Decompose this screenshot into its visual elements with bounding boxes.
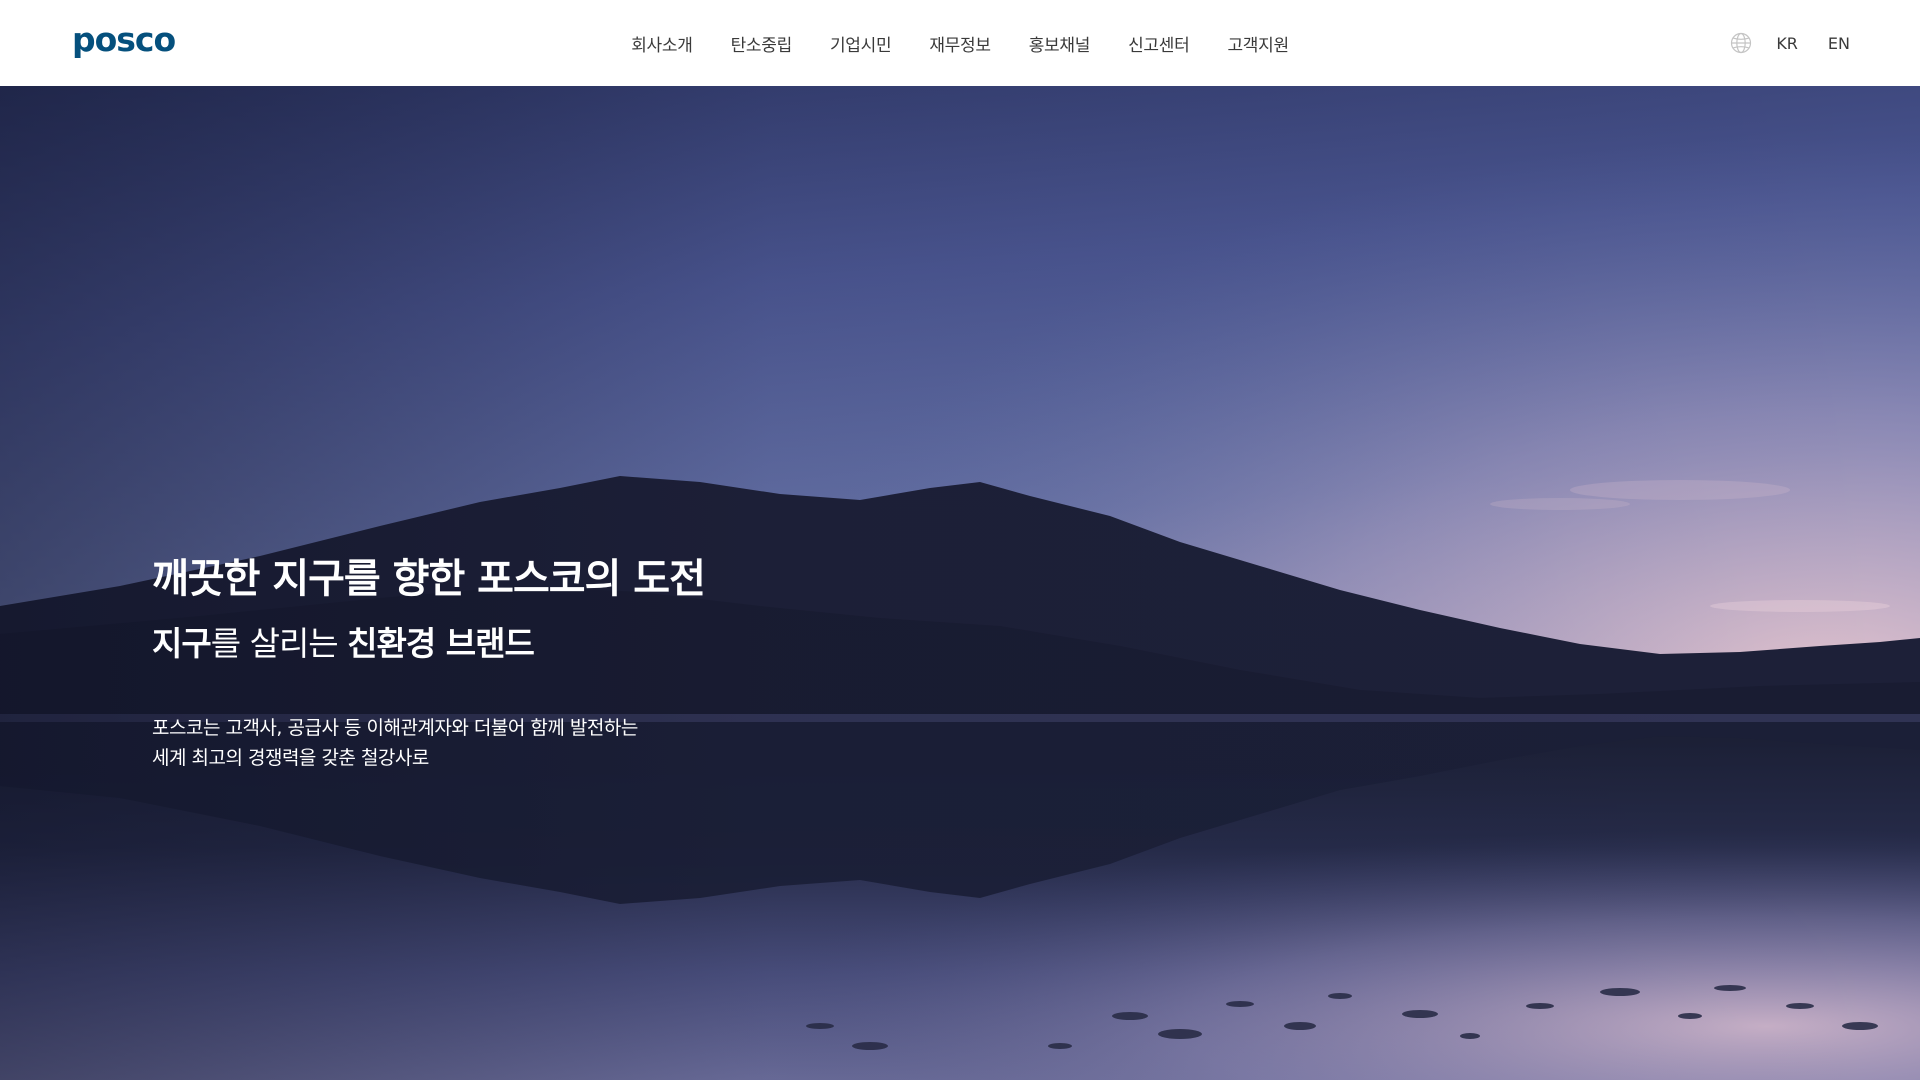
- nav-link-company[interactable]: 회사소개: [621, 25, 702, 62]
- nav-link-report-center[interactable]: 신고센터: [1118, 25, 1199, 62]
- nav-item-carbon-neutral: 탄소중립: [721, 25, 802, 62]
- globe-icon[interactable]: [1730, 32, 1752, 54]
- hero-subtitle: 지구를 살리는 친환경 브랜드: [152, 619, 705, 669]
- nav-item-corporate-citizenship: 기업시민: [820, 25, 901, 62]
- nav-item-pr-channel: 홍보채널: [1019, 25, 1100, 62]
- posco-logo[interactable]: posco: [72, 20, 176, 60]
- nav-link-pr-channel[interactable]: 홍보채널: [1019, 25, 1100, 62]
- page: posco 회사소개 탄소중립 기업시민 재무정보 홍보채널 신고센터 고객지원…: [0, 0, 1920, 1080]
- hero-subtitle-text: 를 살리는: [210, 624, 348, 663]
- nav-link-financial-info[interactable]: 재무정보: [919, 25, 1000, 62]
- hero-copy: 깨끗한 지구를 향한 포스코의 도전 지구를 살리는 친환경 브랜드 포스코는 …: [152, 551, 706, 773]
- nav-item-company: 회사소개: [621, 25, 702, 62]
- main-navigation: 회사소개 탄소중립 기업시민 재무정보 홍보채널 신고센터 고객지원: [0, 0, 1920, 86]
- hero-subtitle-highlight-1: 지구: [152, 624, 212, 663]
- hero-title: 깨끗한 지구를 향한 포스코의 도전: [152, 556, 706, 602]
- site-header: posco 회사소개 탄소중립 기업시민 재무정보 홍보채널 신고센터 고객지원…: [0, 0, 1920, 86]
- lang-kr-link[interactable]: KR: [1774, 30, 1800, 57]
- header-utilities: KR EN: [1730, 0, 1852, 86]
- nav-item-customer-support: 고객지원: [1217, 25, 1298, 62]
- hero-subtitle-highlight-2: 친환경 브랜드: [347, 624, 535, 663]
- hero-banner: 깨끗한 지구를 향한 포스코의 도전 지구를 살리는 친환경 브랜드 포스코는 …: [0, 86, 1920, 1080]
- hero-description-line-1: 포스코는 고객사, 공급사 등 이해관계자와 더불어 함께 발전하는: [152, 717, 638, 739]
- nav-link-customer-support[interactable]: 고객지원: [1217, 25, 1298, 62]
- lang-en-link[interactable]: EN: [1826, 30, 1852, 57]
- nav-link-corporate-citizenship[interactable]: 기업시민: [820, 25, 901, 62]
- nav-link-carbon-neutral[interactable]: 탄소중립: [721, 25, 802, 62]
- nav-item-report-center: 신고센터: [1118, 25, 1199, 62]
- hero-description-line-2: 세계 최고의 경쟁력을 갖춘 철강사로: [152, 747, 429, 769]
- nav-item-financial-info: 재무정보: [919, 25, 1000, 62]
- hero-description: 포스코는 고객사, 공급사 등 이해관계자와 더불어 함께 발전하는세계 최고의…: [152, 713, 705, 773]
